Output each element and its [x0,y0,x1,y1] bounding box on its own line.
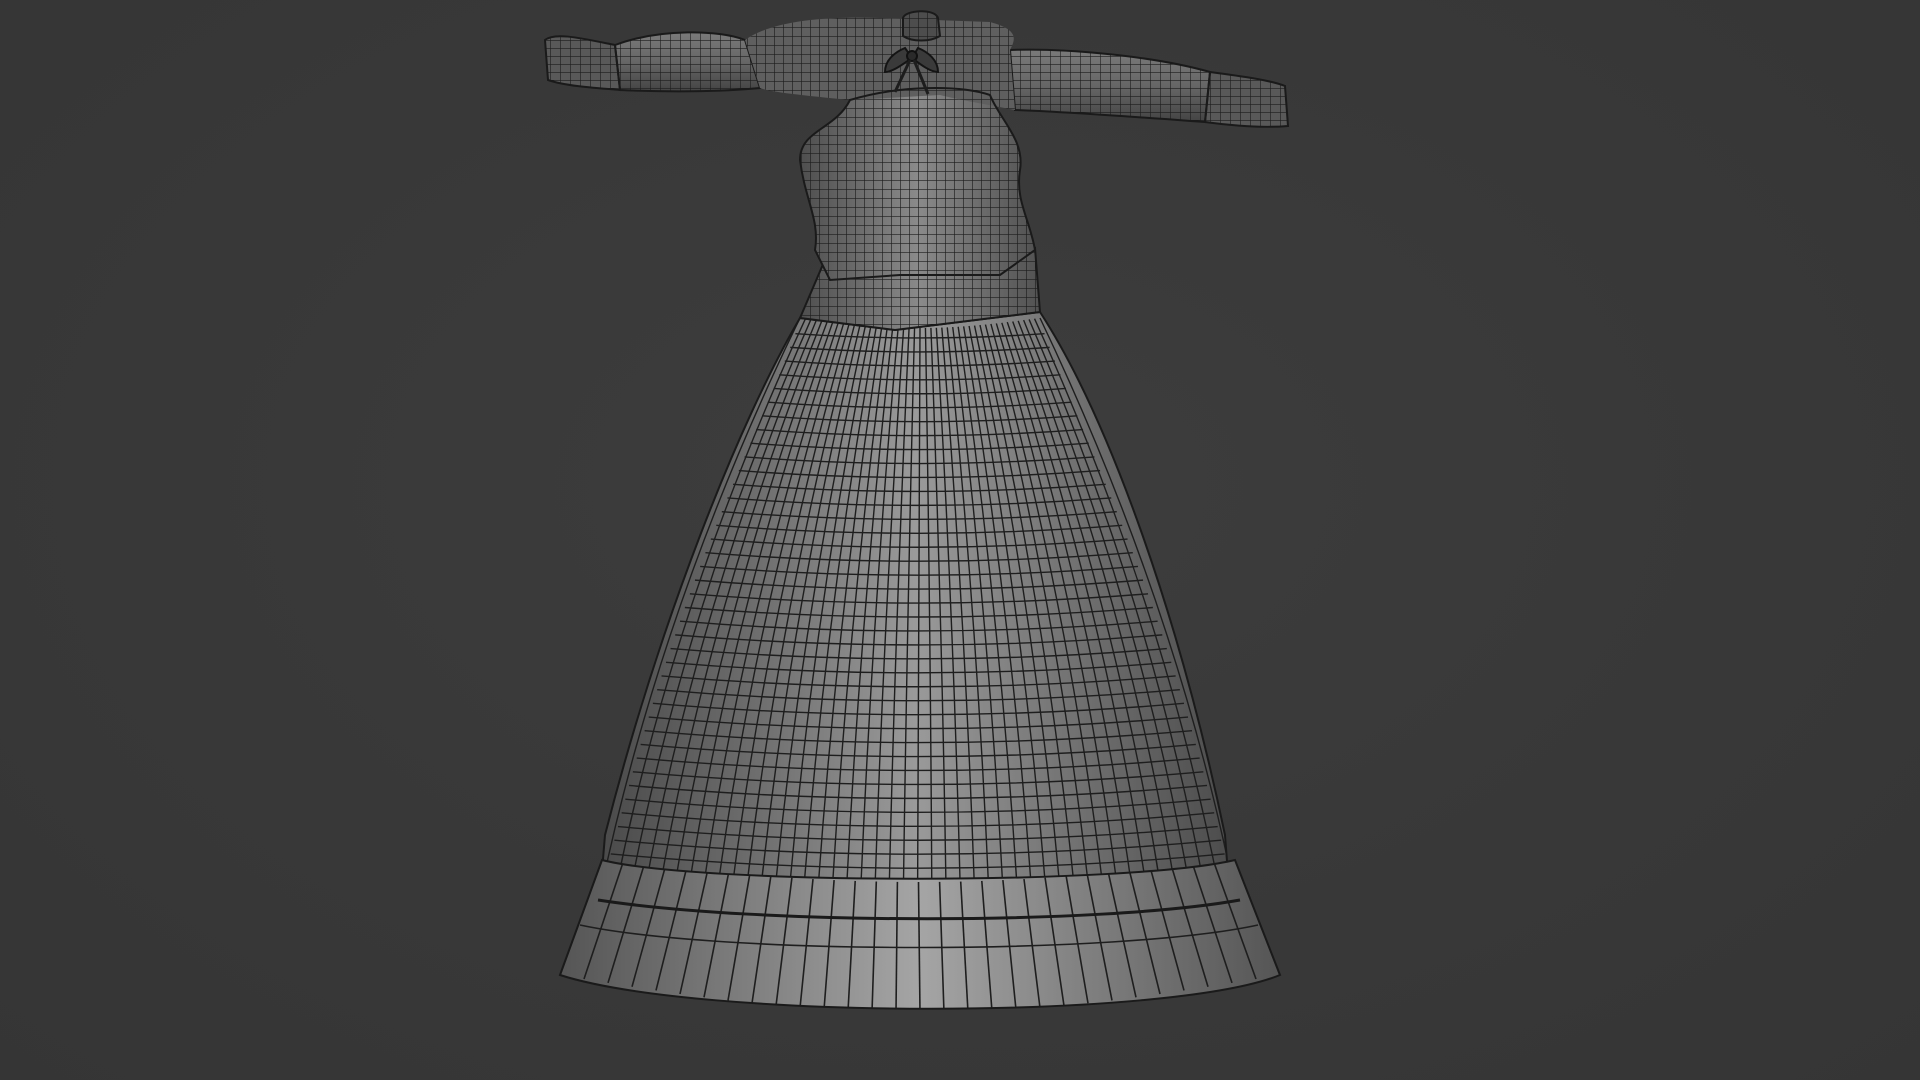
3d-viewport[interactable] [0,0,1920,1080]
collar-mesh [902,10,942,42]
skirt-mesh [598,310,1232,916]
dress-wireframe-render [543,10,1290,1010]
right-sleeve-mesh [1008,48,1290,128]
hem-band-mesh [558,858,1282,1010]
left-sleeve-mesh [543,31,762,93]
